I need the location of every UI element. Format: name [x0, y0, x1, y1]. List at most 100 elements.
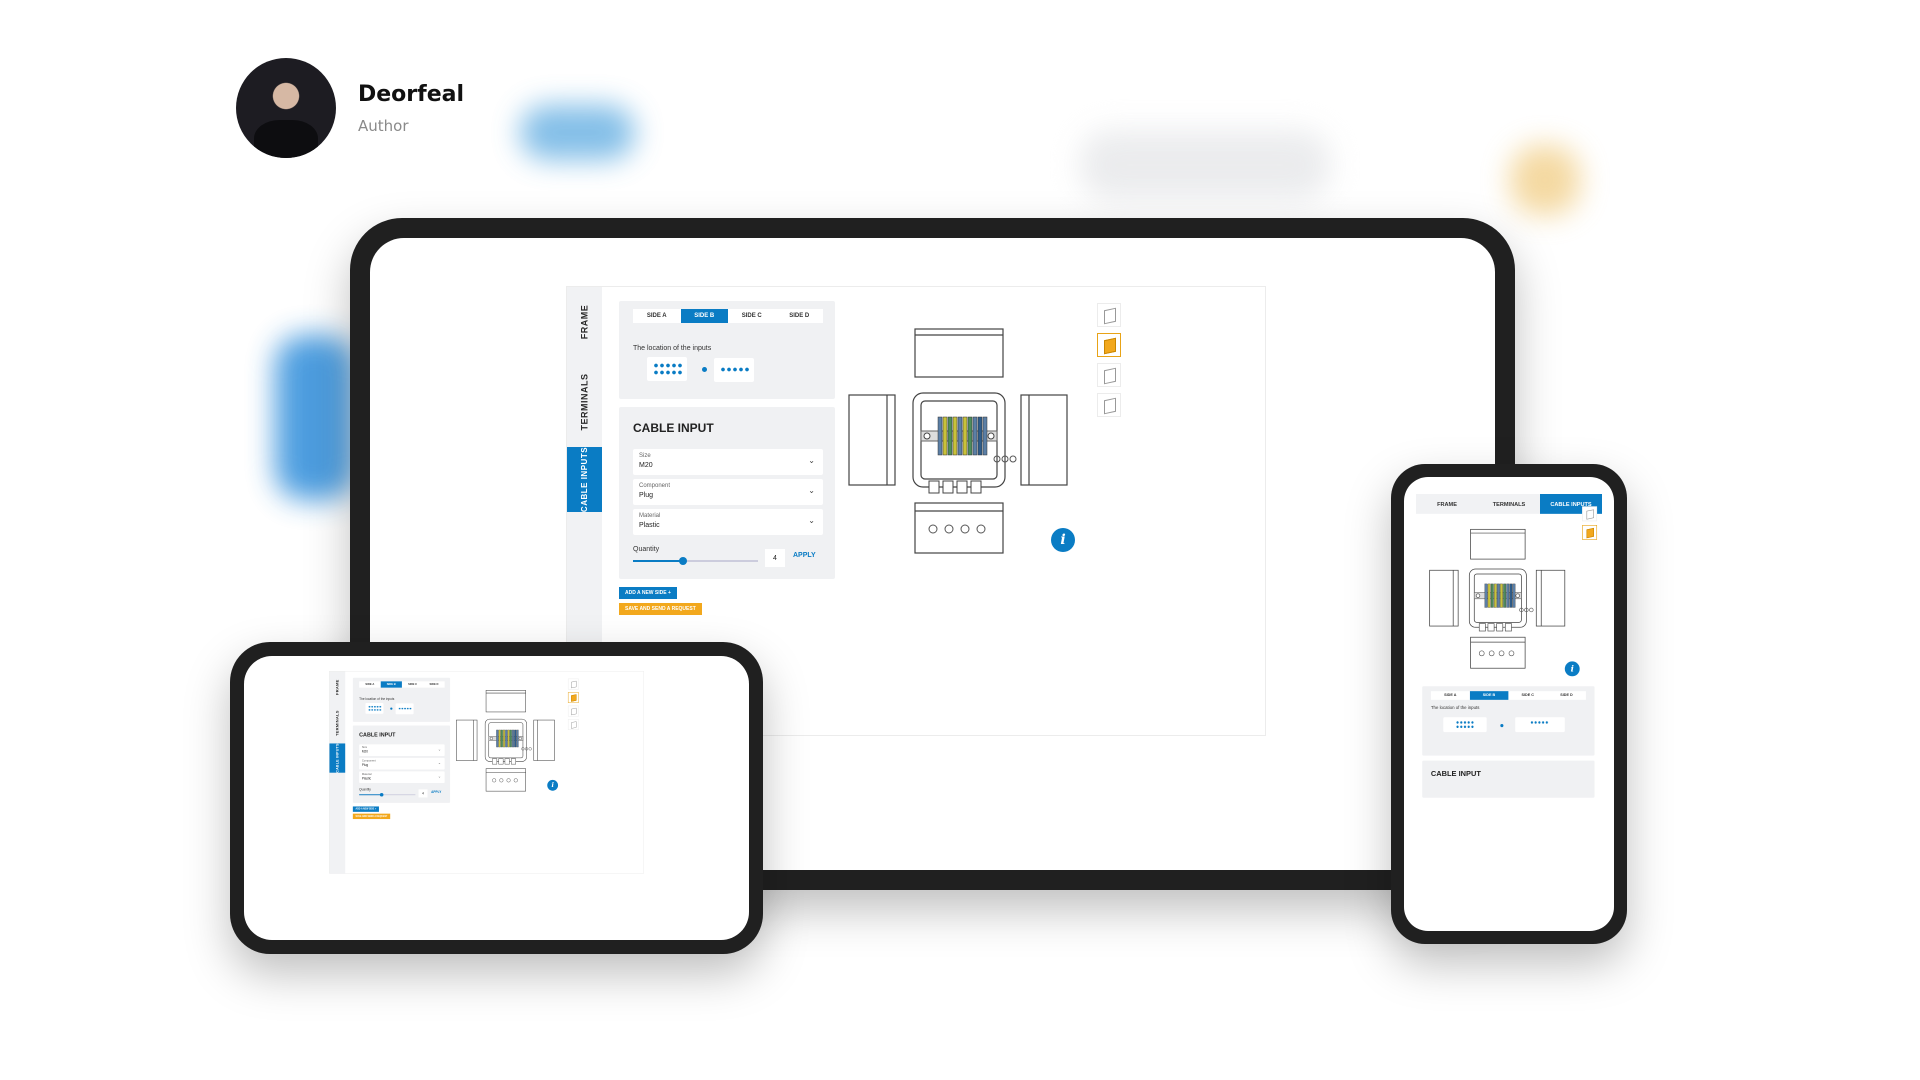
component-select[interactable]: Component Plug ⌄ — [359, 757, 445, 770]
portrait-phone-screen: FRAME TERMINALS CABLE INPUTS i SIDE A SI… — [1404, 477, 1614, 931]
tab-cable-inputs[interactable]: CABLE INPUTS — [329, 743, 346, 773]
side-d-tab[interactable]: SIDE D — [1547, 691, 1586, 700]
info-icon[interactable]: i — [1051, 528, 1075, 552]
quantity-slider[interactable] — [633, 557, 758, 565]
view-top-icon[interactable] — [1097, 393, 1121, 417]
slider-fill — [633, 560, 683, 562]
size-value: M20 — [639, 462, 653, 469]
slider-fill — [359, 794, 382, 796]
sides-panel: SIDE A SIDE B SIDE C SIDE D The location… — [1422, 686, 1595, 756]
layout-option-row[interactable] — [395, 703, 414, 715]
chevron-down-icon: ⌄ — [438, 774, 442, 779]
mobile-tabs: FRAME TERMINALS CABLE INPUTS — [1416, 494, 1602, 514]
author-card: Deorfeal Author — [236, 58, 464, 158]
size-value: M20 — [361, 750, 368, 754]
chevron-down-icon: ⌄ — [438, 747, 442, 752]
material-label: Material — [639, 513, 661, 519]
author-role: Author — [358, 116, 409, 135]
tab-terminals-label: TERMINALS — [335, 710, 340, 737]
side-b-tab[interactable]: SIDE B — [1469, 691, 1509, 700]
side-b-tab[interactable]: SIDE B — [680, 309, 728, 323]
size-select[interactable]: Size M20 ⌄ — [633, 449, 823, 475]
apply-button[interactable]: APPLY — [793, 552, 816, 559]
side-a-tab[interactable]: SIDE A — [633, 309, 681, 323]
layout-option-grid[interactable] — [647, 357, 687, 381]
tab-frame[interactable]: FRAME — [567, 287, 602, 357]
view-3d-icon[interactable] — [1582, 506, 1598, 522]
location-label: The location of the inputs — [633, 345, 712, 352]
side-selector: SIDE A SIDE B SIDE C SIDE D — [1430, 691, 1586, 700]
material-value: Plastic — [361, 777, 372, 781]
tab-terminals[interactable]: TERMINALS — [567, 357, 602, 447]
slider-thumb[interactable] — [679, 557, 687, 565]
tab-terminals[interactable]: TERMINALS — [329, 703, 345, 744]
view-3d-icon[interactable] — [1097, 303, 1121, 327]
view-side-icon[interactable] — [567, 705, 579, 717]
tab-frame[interactable]: FRAME — [329, 671, 345, 703]
side-d-tab[interactable]: SIDE D — [423, 681, 444, 687]
view-front-icon[interactable] — [1582, 525, 1598, 540]
blurred-block — [1080, 130, 1330, 200]
material-label: Material — [361, 773, 372, 776]
avatar — [236, 58, 336, 158]
tab-terminals-label: TERMINALS — [579, 373, 590, 431]
layout-option-row[interactable] — [1515, 717, 1565, 733]
side-c-tab[interactable]: SIDE C — [728, 309, 776, 323]
layout-option-grid[interactable] — [1443, 717, 1487, 733]
slider-thumb[interactable] — [379, 792, 384, 797]
view-top-icon[interactable] — [567, 719, 579, 730]
enclosure-drawing — [847, 317, 1077, 557]
side-c-tab[interactable]: SIDE C — [402, 681, 423, 687]
material-select[interactable]: Material Plastic ⌄ — [359, 771, 445, 784]
view-side-icon[interactable] — [1097, 363, 1121, 387]
showcase-stage: Deorfeal Author FRAME TERMINALS CABLE IN… — [0, 0, 1920, 1080]
material-select[interactable]: Material Plastic ⌄ — [633, 509, 823, 535]
vertical-tabs: FRAME TERMINALS CABLE INPUTS — [329, 671, 346, 874]
layout-radio[interactable] — [1500, 724, 1504, 728]
component-select[interactable]: Component Plug ⌄ — [633, 479, 823, 505]
portrait-phone-device: FRAME TERMINALS CABLE INPUTS i SIDE A SI… — [1391, 464, 1627, 944]
location-label: The location of the inputs — [1430, 706, 1480, 711]
landscape-phone-screen: FRAME TERMINALS CABLE INPUTS SIDE A SIDE… — [244, 656, 749, 940]
component-label: Component — [361, 759, 376, 763]
panel-title: CABLE INPUT — [633, 421, 714, 435]
enclosure-drawing — [455, 685, 559, 793]
enclosure-drawing — [1428, 522, 1571, 671]
save-request-button[interactable]: SAVE AND SEND A REQUEST — [619, 603, 702, 615]
save-request-button[interactable]: SAVE AND SEND A REQUEST — [352, 813, 391, 820]
view-front-icon[interactable] — [1097, 333, 1121, 357]
side-a-tab[interactable]: SIDE A — [359, 681, 380, 687]
side-a-tab[interactable]: SIDE A — [1431, 691, 1470, 700]
tab-cable-inputs[interactable]: CABLE INPUTS — [567, 447, 602, 512]
view-front-icon[interactable] — [567, 692, 579, 703]
location-label: The location of the inputs — [359, 697, 395, 701]
apply-button[interactable]: APPLY — [431, 791, 441, 794]
add-side-button[interactable]: ADD A NEW SIDE + — [352, 806, 379, 812]
cable-input-panel: CABLE INPUT Size M20 ⌄ Component Plug ⌄ … — [619, 407, 835, 579]
cable-input-panel: CABLE INPUT Size M20 ⌄ Component Plug ⌄ … — [352, 725, 451, 803]
side-d-tab[interactable]: SIDE D — [776, 309, 824, 323]
chevron-down-icon: ⌄ — [808, 486, 815, 495]
quantity-input[interactable]: 4 — [418, 789, 428, 798]
side-c-tab[interactable]: SIDE C — [1508, 691, 1547, 700]
tab-terminals[interactable]: TERMINALS — [1478, 494, 1540, 514]
layout-option-grid[interactable] — [365, 702, 384, 714]
panel-title: CABLE INPUT — [1430, 769, 1481, 778]
info-icon[interactable]: i — [547, 779, 559, 791]
component-label: Component — [639, 483, 671, 489]
size-select[interactable]: Size M20 ⌄ — [359, 744, 445, 757]
cable-input-panel: CABLE INPUT — [1422, 760, 1595, 798]
tab-frame[interactable]: FRAME — [1416, 494, 1478, 514]
info-icon[interactable]: i — [1564, 661, 1580, 677]
view-3d-icon[interactable] — [567, 678, 579, 690]
side-b-tab[interactable]: SIDE B — [380, 681, 402, 688]
layout-radio[interactable] — [390, 707, 393, 710]
layout-option-row[interactable] — [714, 358, 754, 382]
tab-cable-inputs-label: CABLE INPUTS — [335, 743, 340, 773]
quantity-input[interactable]: 4 — [765, 549, 785, 567]
landscape-phone-device: FRAME TERMINALS CABLE INPUTS SIDE A SIDE… — [230, 642, 763, 954]
size-label: Size — [361, 746, 368, 749]
layout-radio[interactable] — [702, 367, 707, 372]
add-side-button[interactable]: ADD A NEW SIDE + — [619, 587, 677, 599]
quantity-slider[interactable] — [359, 792, 416, 797]
